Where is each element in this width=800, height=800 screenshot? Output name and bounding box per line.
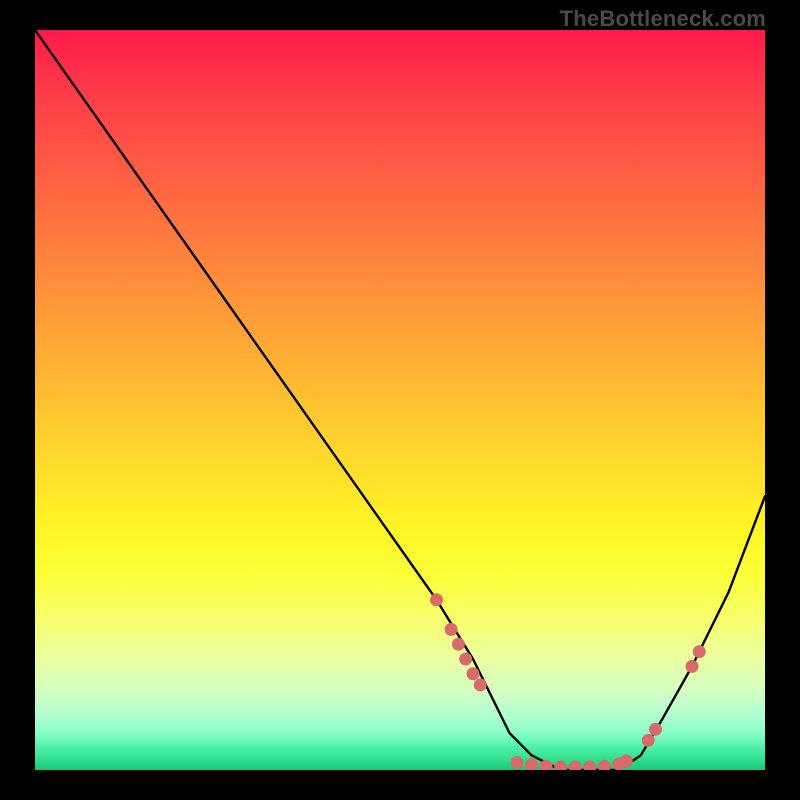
- data-point: [583, 761, 596, 771]
- bottleneck-curve-path: [35, 30, 765, 770]
- chart-svg: [35, 30, 765, 770]
- data-point: [598, 760, 611, 770]
- attribution-label: TheBottleneck.com: [560, 6, 766, 32]
- plot-area: [35, 30, 765, 770]
- data-point: [554, 761, 567, 771]
- data-point: [686, 660, 699, 673]
- data-point: [430, 593, 443, 606]
- data-point: [569, 761, 582, 771]
- curve-group: [35, 30, 765, 770]
- data-point: [445, 623, 458, 636]
- data-point: [649, 723, 662, 736]
- data-point: [452, 638, 465, 651]
- data-point: [510, 756, 523, 769]
- chart-frame: TheBottleneck.com: [0, 0, 800, 800]
- data-point: [693, 645, 706, 658]
- data-point: [642, 734, 655, 747]
- data-points-group: [430, 593, 706, 770]
- data-point: [467, 667, 480, 680]
- data-point: [620, 755, 633, 768]
- data-point: [525, 758, 538, 770]
- data-point: [474, 678, 487, 691]
- data-point: [459, 653, 472, 666]
